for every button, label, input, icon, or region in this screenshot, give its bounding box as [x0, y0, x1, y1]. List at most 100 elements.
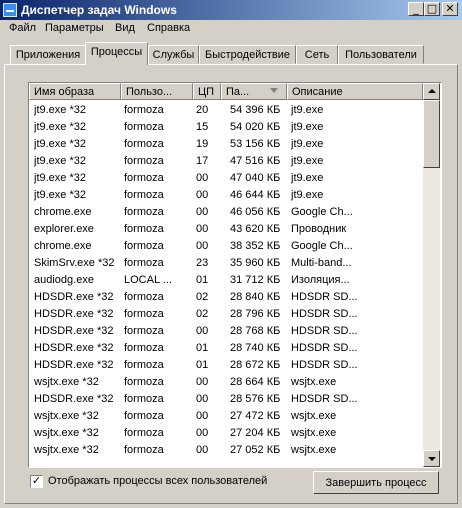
tab-users[interactable]: Пользователи [338, 45, 424, 64]
cell-memory: 28 740 КБ [230, 342, 281, 354]
table-row[interactable]: HDSDR.exe *32 formoza 02 28 796 КБ HDSDR SD.… [29, 306, 423, 323]
cell-description: jt9.exe [291, 172, 324, 184]
cell-memory: 27 472 КБ [230, 410, 281, 422]
maximize-button[interactable]: □ [424, 2, 440, 16]
column-cpu[interactable]: ЦП [193, 83, 221, 100]
table-row[interactable]: chrome.exe formoza 00 38 352 КБ Google Ch... [29, 238, 423, 255]
table-row[interactable]: explorer.exe formoza 00 43 620 КБ Проводник [29, 221, 423, 238]
table-row[interactable]: jt9.exe *32 formoza 00 47 040 КБ jt9.exe [29, 170, 423, 187]
menu-bar: Файл Параметры Вид Справка [0, 20, 462, 38]
table-row[interactable]: jt9.exe *32 formoza 15 54 020 КБ jt9.exe [29, 119, 423, 136]
scroll-down-button[interactable] [423, 450, 440, 467]
cell-description: Изоляция... [291, 274, 350, 286]
table-row[interactable]: jt9.exe *32 formoza 17 47 516 КБ jt9.exe [29, 153, 423, 170]
cell-user: formoza [124, 155, 164, 167]
table-row[interactable]: HDSDR.exe *32 formoza 02 28 840 КБ HDSDR SD.… [29, 289, 423, 306]
scroll-up-button[interactable] [423, 83, 440, 100]
window-title: Диспетчер задач Windows [21, 3, 177, 17]
cell-image-name: explorer.exe [34, 223, 94, 235]
tab-services[interactable]: Службы [148, 45, 199, 64]
cell-user: formoza [124, 359, 164, 371]
cell-cpu: 01 [196, 342, 209, 354]
cell-memory: 43 620 КБ [230, 223, 281, 235]
table-row[interactable]: wsjtx.exe *32 formoza 00 27 472 КБ wsjtx.exe [29, 408, 423, 425]
cell-image-name: wsjtx.exe *32 [34, 376, 99, 388]
cell-cpu: 20 [196, 104, 209, 116]
show-all-processes-checkbox[interactable]: ✓ [30, 475, 43, 488]
cell-user: formoza [124, 325, 164, 337]
cell-description: wsjtx.exe [291, 444, 337, 456]
tab-processes[interactable]: Процессы [85, 42, 148, 65]
table-row[interactable]: wsjtx.exe *32 formoza 00 28 664 КБ wsjtx.exe [29, 374, 423, 391]
table-row[interactable]: SkimSrv.exe *32 formoza 23 35 960 КБ Multi-b… [29, 255, 423, 272]
cell-image-name: HDSDR.exe *32 [34, 291, 114, 303]
tab-applications[interactable]: Приложения [10, 45, 86, 64]
menu-view[interactable]: Вид [115, 22, 135, 34]
cell-description: Multi-band... [291, 257, 352, 269]
cell-image-name: jt9.exe *32 [34, 155, 86, 167]
cell-memory: 46 056 КБ [230, 206, 281, 218]
process-list[interactable]: Имя образа Пользо... ЦП Па... Описание j… [28, 82, 442, 468]
table-row[interactable]: chrome.exe formoza 00 46 056 КБ Google Ch... [29, 204, 423, 221]
table-row[interactable]: jt9.exe *32 formoza 20 54 396 КБ jt9.exe [29, 102, 423, 119]
cell-image-name: jt9.exe *32 [34, 189, 86, 201]
cell-user: formoza [124, 257, 164, 269]
table-row[interactable]: jt9.exe *32 formoza 00 46 644 КБ jt9.exe [29, 187, 423, 204]
column-description[interactable]: Описание [287, 83, 423, 100]
vertical-scrollbar[interactable] [423, 83, 440, 467]
table-row[interactable]: wsjtx.exe *32 formoza 00 27 052 КБ wsjtx.exe [29, 442, 423, 459]
cell-description: HDSDR SD... [291, 291, 358, 303]
table-row[interactable]: HDSDR.exe *32 formoza 00 28 576 КБ HDSDR SD.… [29, 391, 423, 408]
cell-memory: 31 712 КБ [230, 274, 281, 286]
table-row[interactable]: HDSDR.exe *32 formoza 00 28 768 КБ HDSDR SD.… [29, 323, 423, 340]
cell-description: jt9.exe [291, 189, 324, 201]
cell-memory: 28 768 КБ [230, 325, 281, 337]
cell-user: LOCAL ... [124, 274, 172, 286]
cell-user: formoza [124, 104, 164, 116]
cell-cpu: 00 [196, 189, 209, 201]
cell-user: formoza [124, 393, 164, 405]
cell-description: HDSDR SD... [291, 359, 358, 371]
table-row[interactable]: audiodg.exe LOCAL ... 01 31 712 КБ Изоляция.… [29, 272, 423, 289]
cell-image-name: jt9.exe *32 [34, 104, 86, 116]
table-row[interactable]: wsjtx.exe *32 formoza 00 27 204 КБ wsjtx.exe [29, 425, 423, 442]
cell-memory: 28 664 КБ [230, 376, 281, 388]
cell-memory: 27 204 КБ [230, 427, 281, 439]
sort-descending-icon [270, 88, 278, 93]
menu-file[interactable]: Файл [9, 22, 36, 34]
column-memory[interactable]: Па... [221, 83, 287, 100]
table-row[interactable]: HDSDR.exe *32 formoza 01 28 740 КБ HDSDR SD.… [29, 340, 423, 357]
cell-image-name: jt9.exe *32 [34, 172, 86, 184]
close-button[interactable]: ✕ [442, 2, 458, 16]
cell-cpu: 02 [196, 308, 209, 320]
cell-cpu: 00 [196, 240, 209, 252]
list-header: Имя образа Пользо... ЦП Па... Описание [29, 83, 423, 100]
menu-help[interactable]: Справка [147, 22, 190, 34]
cell-description: jt9.exe [291, 104, 324, 116]
cell-memory: 27 052 КБ [230, 444, 281, 456]
cell-memory: 35 960 КБ [230, 257, 281, 269]
cell-memory: 47 040 КБ [230, 172, 281, 184]
table-row[interactable]: HDSDR.exe *32 formoza 01 28 672 КБ HDSDR SD.… [29, 357, 423, 374]
cell-image-name: HDSDR.exe *32 [34, 393, 114, 405]
column-image-name[interactable]: Имя образа [29, 83, 121, 100]
cell-user: formoza [124, 189, 164, 201]
cell-description: Проводник [291, 223, 347, 235]
minimize-button[interactable]: _ [408, 2, 424, 16]
cell-memory: 28 840 КБ [230, 291, 281, 303]
cell-user: formoza [124, 308, 164, 320]
cell-user: formoza [124, 223, 164, 235]
scroll-thumb[interactable] [423, 100, 440, 168]
column-user[interactable]: Пользо... [121, 83, 193, 100]
table-row[interactable]: jt9.exe *32 formoza 19 53 156 КБ jt9.exe [29, 136, 423, 153]
show-all-processes-label[interactable]: Отображать процессы всех пользователей [48, 475, 267, 487]
tab-network[interactable]: Сеть [296, 45, 338, 64]
cell-cpu: 00 [196, 206, 209, 218]
cell-description: Google Ch... [291, 206, 353, 218]
end-process-button[interactable]: Завершить процесс [313, 471, 439, 494]
menu-options[interactable]: Параметры [45, 22, 104, 34]
cell-cpu: 00 [196, 325, 209, 337]
tab-performance[interactable]: Быстродействие [199, 45, 296, 64]
cell-description: HDSDR SD... [291, 393, 358, 405]
cell-memory: 54 020 КБ [230, 121, 281, 133]
